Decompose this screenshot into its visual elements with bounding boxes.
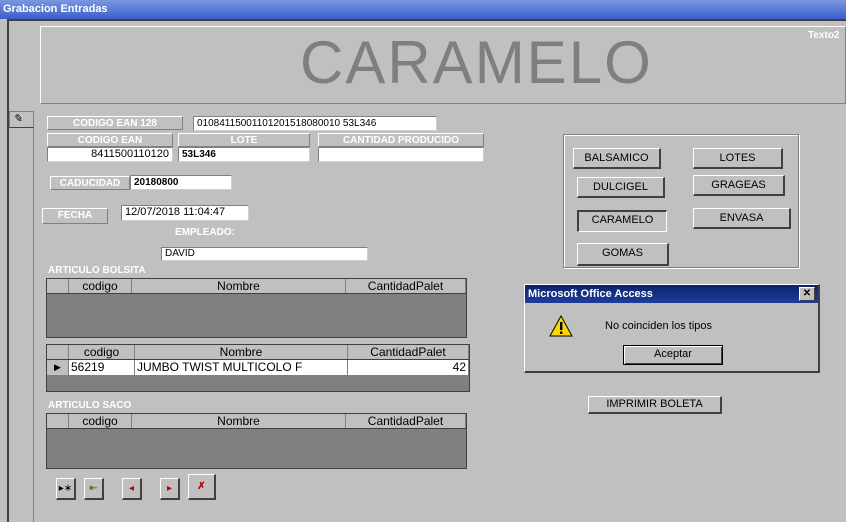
saco-grid[interactable]: codigo Nombre CantidadPalet xyxy=(46,413,467,469)
error-dialog[interactable]: Microsoft Office Access ✕ No coinciden l… xyxy=(524,284,820,373)
nombre-cell[interactable]: JUMBO TWIST MULTICOLO F xyxy=(135,360,348,375)
ean128-label: CODIGO EAN 128 xyxy=(47,116,183,130)
warning-icon xyxy=(549,314,573,337)
next-record-icon[interactable]: ▸ xyxy=(160,478,180,500)
bolsita-section-label: ARTICULO BOLSITA xyxy=(48,265,146,276)
close-icon[interactable]: ✕ xyxy=(799,287,815,301)
saco-grid-header: codigo Nombre CantidadPalet xyxy=(47,414,466,429)
cantidad-field[interactable] xyxy=(318,147,484,162)
ean-label: CODIGO EAN xyxy=(47,133,173,147)
dialog-titlebar[interactable]: Microsoft Office Access xyxy=(525,285,818,303)
texto2-label: Texto2 xyxy=(808,30,840,41)
balsamico-button[interactable]: BALSAMICO xyxy=(573,148,661,169)
column-header[interactable]: Nombre xyxy=(132,279,346,293)
column-header[interactable]: CantidadPalet xyxy=(348,345,469,359)
detail-grid[interactable]: codigo Nombre CantidadPalet ▶ 56219 JUMB… xyxy=(46,344,470,392)
ean-field[interactable]: 8411500110120 xyxy=(47,147,173,162)
window-titlebar[interactable]: Grabacion Entradas xyxy=(0,0,846,19)
bolsita-grid[interactable]: codigo Nombre CantidadPalet xyxy=(46,278,467,338)
ean128-field[interactable]: 01084115001101201518080010 53L346 xyxy=(193,116,437,131)
column-header[interactable]: CantidadPalet xyxy=(346,414,466,428)
column-header[interactable]: Nombre xyxy=(135,345,348,359)
row-selector-header xyxy=(47,414,69,428)
bolsita-grid-header: codigo Nombre CantidadPalet xyxy=(47,279,466,294)
lote-label: LOTE xyxy=(178,133,310,147)
row-selector-header xyxy=(47,345,69,359)
previous-record-icon[interactable]: ◂ xyxy=(122,478,142,500)
row-selector-header xyxy=(47,279,69,293)
gomas-button[interactable]: GOMAS xyxy=(577,243,669,266)
caducidad-field[interactable]: 20180800 xyxy=(130,175,232,190)
exit-door-icon[interactable]: ⇤ xyxy=(84,478,104,500)
caducidad-label: CADUCIDAD xyxy=(50,176,130,190)
imprimir-boleta-button[interactable]: IMPRIMIR BOLETA xyxy=(588,396,722,414)
cantidad-label: CANTIDAD PRODUCIDO xyxy=(318,133,484,147)
codigo-cell[interactable]: 56219 xyxy=(69,360,135,375)
detail-grid-header: codigo Nombre CantidadPalet xyxy=(47,345,469,360)
new-record-icon[interactable]: ▸∗ xyxy=(56,478,76,500)
fecha-label: FECHA xyxy=(42,208,108,224)
column-header[interactable]: Nombre xyxy=(132,414,346,428)
column-header[interactable]: CantidadPalet xyxy=(346,279,466,293)
product-type-title: CARAMELO xyxy=(300,29,653,96)
cantidad-cell[interactable]: 42 xyxy=(348,360,469,375)
column-header[interactable]: codigo xyxy=(69,345,135,359)
pencil-edit-icon: ✎ xyxy=(13,113,23,125)
current-row-arrow-icon[interactable]: ▶ xyxy=(47,360,69,375)
dialog-message: No coinciden los tipos xyxy=(605,320,713,332)
table-row[interactable]: ▶ 56219 JUMBO TWIST MULTICOLO F 42 xyxy=(47,360,469,376)
aceptar-button[interactable]: Aceptar xyxy=(623,345,723,365)
caramelo-button[interactable]: CARAMELO xyxy=(577,210,667,232)
dulcigel-button[interactable]: DULCIGEL xyxy=(577,177,665,198)
lote-field[interactable]: 53L346 xyxy=(178,147,310,162)
grageas-button[interactable]: GRAGEAS xyxy=(693,175,785,196)
saco-section-label: ARTICULO SACO xyxy=(48,400,132,411)
fecha-field[interactable]: 12/07/2018 11:04:47 xyxy=(121,205,249,221)
column-header[interactable]: codigo xyxy=(69,414,132,428)
column-header[interactable]: codigo xyxy=(69,279,132,293)
empleado-field[interactable]: DAVID xyxy=(161,247,368,261)
envasa-button[interactable]: ENVASA xyxy=(693,208,791,229)
lotes-button[interactable]: LOTES xyxy=(693,148,783,169)
empleado-label: EMPLEADO: xyxy=(175,227,235,238)
record-selector-bar[interactable] xyxy=(9,111,34,522)
delete-record-icon[interactable]: ✗ xyxy=(188,474,216,500)
